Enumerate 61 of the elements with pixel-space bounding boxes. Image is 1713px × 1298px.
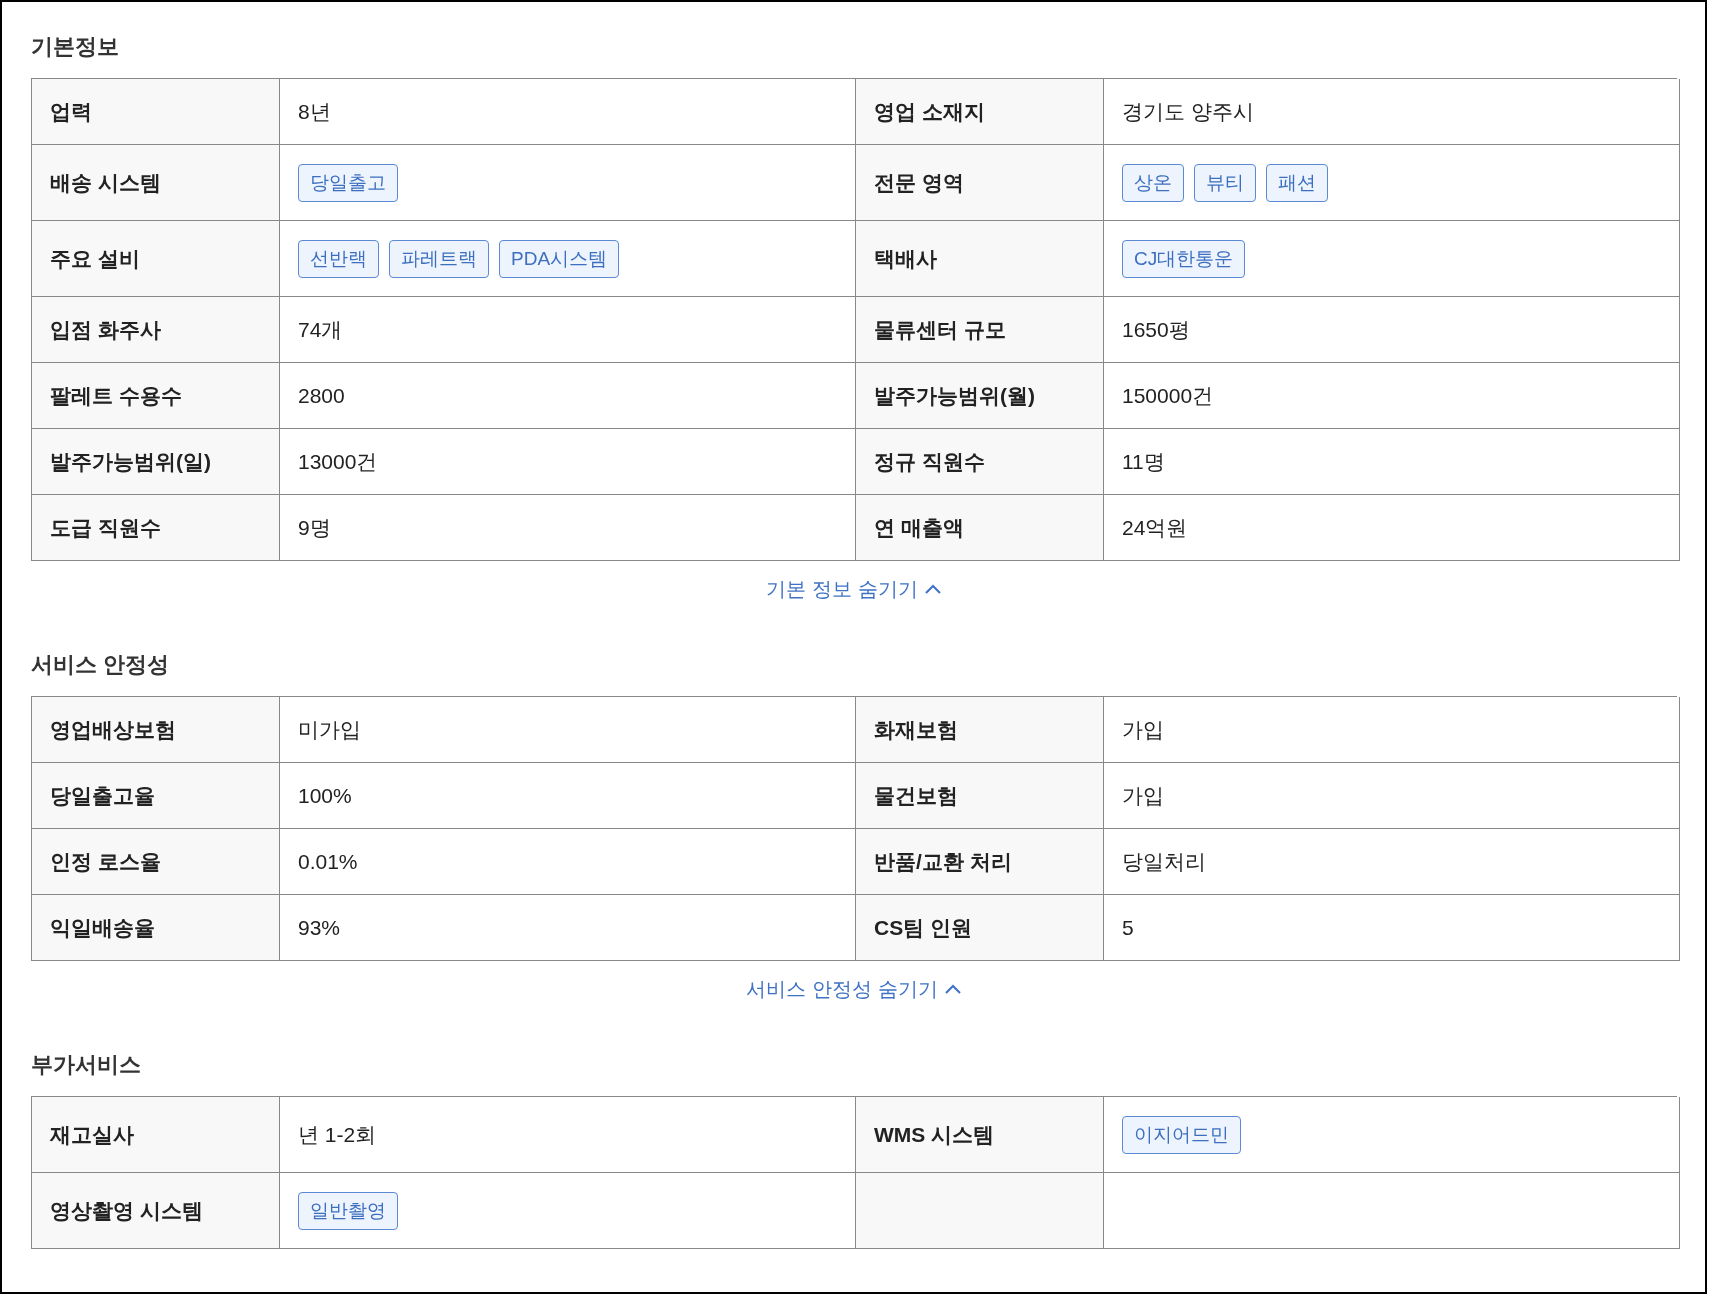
value-cell: 13000건 [280, 429, 856, 495]
value-cell: 11명 [1104, 429, 1680, 495]
label-cell: 택배사 [856, 221, 1104, 297]
label-cell: 인정 로스율 [32, 829, 280, 895]
tag: 파레트랙 [389, 239, 489, 278]
label-cell: 발주가능범위(일) [32, 429, 280, 495]
label-cell: 주요 설비 [32, 221, 280, 297]
value-cell: 2800 [280, 363, 856, 429]
tag: CJ대한통운 [1122, 239, 1246, 278]
value-cell: 가입 [1104, 697, 1680, 763]
label-cell: 영업 소재지 [856, 79, 1104, 145]
tag: 상온 [1122, 163, 1184, 202]
label-cell: WMS 시스템 [856, 1097, 1104, 1173]
label-cell: CS팀 인원 [856, 895, 1104, 961]
label-cell: 배송 시스템 [32, 145, 280, 221]
label-cell: 발주가능범위(월) [856, 363, 1104, 429]
section-title: 기본정보 [31, 33, 120, 61]
tag: 패션 [1266, 163, 1328, 202]
label-cell: 영업배상보험 [32, 697, 280, 763]
value-cell: 150000건 [1104, 363, 1680, 429]
value-cell: 당일처리 [1104, 829, 1680, 895]
value-cell: 경기도 양주시 [1104, 79, 1680, 145]
value-cell: 미가입 [280, 697, 856, 763]
value-cell: 100% [280, 763, 856, 829]
tag: 선반랙 [298, 239, 379, 278]
value-cell: 1650평 [1104, 297, 1680, 363]
label-cell: 물류센터 규모 [856, 297, 1104, 363]
label-cell: 화재보험 [856, 697, 1104, 763]
label-cell: 입점 화주사 [32, 297, 280, 363]
value-cell: 9명 [280, 495, 856, 561]
tag: 이지어드민 [1122, 1115, 1241, 1154]
value-cell: 5 [1104, 895, 1680, 961]
section-title: 부가서비스 [31, 1051, 142, 1079]
label-cell: 영상촬영 시스템 [32, 1173, 280, 1249]
value-cell: 0.01% [280, 829, 856, 895]
value-cell: 93% [280, 895, 856, 961]
label-cell: 팔레트 수용수 [32, 363, 280, 429]
section-title: 서비스 안정성 [31, 651, 171, 679]
hide-section-link[interactable]: 기본 정보 숨기기 [766, 574, 942, 604]
label-cell: 도급 직원수 [32, 495, 280, 561]
label-cell: 연 매출액 [856, 495, 1104, 561]
chevron-up-icon [923, 583, 942, 595]
label-cell: 익일배송율 [32, 895, 280, 961]
tag: 일반촬영 [298, 1191, 398, 1230]
chevron-up-icon [943, 983, 962, 995]
value-cell: 24억원 [1104, 495, 1680, 561]
value-cell: 년 1-2회 [280, 1097, 856, 1173]
label-cell: 정규 직원수 [856, 429, 1104, 495]
label-cell: 물건보험 [856, 763, 1104, 829]
label-cell: 당일출고율 [32, 763, 280, 829]
tag: 뷰티 [1194, 163, 1256, 202]
value-cell: 가입 [1104, 763, 1680, 829]
label-cell: 전문 영역 [856, 145, 1104, 221]
tag: 당일출고 [298, 163, 398, 202]
label-cell: 반품/교환 처리 [856, 829, 1104, 895]
hide-section-link[interactable]: 서비스 안정성 숨기기 [746, 974, 962, 1004]
value-cell: 8년 [280, 79, 856, 145]
value-cell: 74개 [280, 297, 856, 363]
label-cell: 업력 [32, 79, 280, 145]
tag: PDA시스템 [499, 239, 620, 278]
label-cell: 재고실사 [32, 1097, 280, 1173]
